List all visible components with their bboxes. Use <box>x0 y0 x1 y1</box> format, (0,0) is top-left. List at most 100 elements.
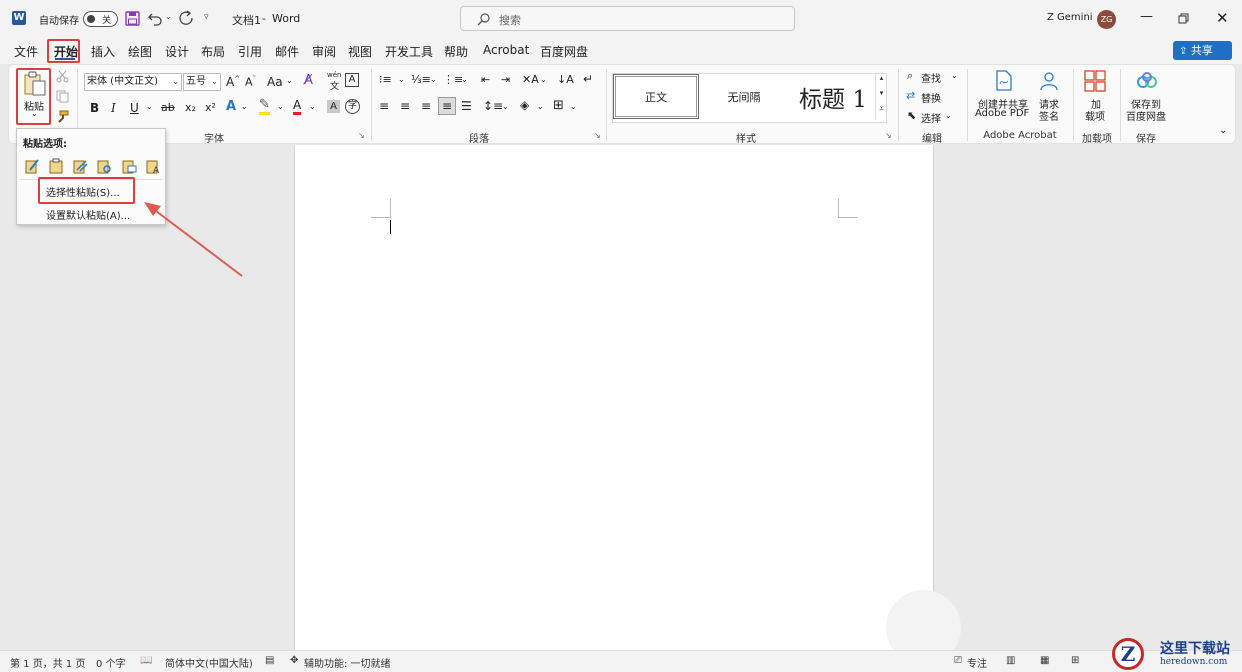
asian-layout-chevron-icon[interactable]: ⌄ <box>540 75 547 84</box>
style-normal[interactable]: 正文 <box>613 74 699 119</box>
tab-references[interactable]: 引用 <box>238 43 262 60</box>
bullets-chevron-icon[interactable]: ⌄ <box>398 75 405 84</box>
bullets-icon[interactable]: ⁝≡ <box>379 73 392 86</box>
numbering-chevron-icon[interactable]: ⌄ <box>430 75 437 84</box>
autosave-toggle[interactable]: 关 <box>83 11 118 27</box>
set-default-paste-item[interactable]: 设置默认粘贴(A)... <box>46 207 130 222</box>
avatar[interactable]: ZG <box>1097 10 1116 29</box>
format-painter-icon[interactable] <box>55 110 69 124</box>
share-button[interactable]: ⇪ 共享 <box>1173 41 1232 60</box>
tab-design[interactable]: 设计 <box>165 43 189 60</box>
underline-button[interactable]: U <box>130 101 139 115</box>
char-shading-icon[interactable]: A <box>327 100 340 113</box>
undo-dropdown-icon[interactable]: ⌄ <box>165 12 172 21</box>
tab-layout[interactable]: 布局 <box>201 43 225 60</box>
request-sign-icon[interactable] <box>1039 70 1061 92</box>
minimize-icon[interactable]: — <box>1140 9 1153 24</box>
tab-review[interactable]: 审阅 <box>312 43 336 60</box>
phonetic-guide-button[interactable]: wén <box>327 71 341 79</box>
subscript-button[interactable]: x₂ <box>185 101 196 114</box>
proofing-icon[interactable]: 📖 <box>140 655 152 666</box>
document-page[interactable] <box>294 145 934 650</box>
text-effects-chevron-icon[interactable]: ⌄ <box>241 102 248 111</box>
request-sign-label-2[interactable]: 签名 <box>1039 108 1059 123</box>
align-center-icon[interactable]: ≡ <box>400 99 410 113</box>
numbering-icon[interactable]: ⅓≡ <box>411 73 431 86</box>
create-pdf-label-2[interactable]: Adobe PDF <box>975 108 1029 119</box>
shrink-font-icon[interactable]: Aˇ <box>245 75 256 89</box>
bold-button[interactable]: B <box>90 101 99 115</box>
show-marks-icon[interactable]: ↵ <box>583 72 593 86</box>
justify-icon[interactable]: ≡ <box>438 97 456 115</box>
select-chevron-icon[interactable]: ⌄ <box>945 111 952 120</box>
accessibility-status[interactable]: 辅助功能: 一切就绪 <box>304 655 391 670</box>
font-dialog-launcher-icon[interactable]: ↘ <box>358 131 365 140</box>
line-spacing-icon[interactable]: ↕≡ <box>483 99 503 113</box>
sort-icon[interactable]: ↓A <box>557 73 574 86</box>
tab-acrobat[interactable]: Acrobat <box>483 43 529 57</box>
redo-icon[interactable] <box>178 10 194 26</box>
decrease-indent-icon[interactable]: ⇤ <box>481 73 490 86</box>
use-dest-styles-icon[interactable] <box>72 158 88 174</box>
print-layout-icon[interactable]: ▦ <box>1040 655 1049 666</box>
font-size-combo[interactable]: 五号 ⌄ <box>183 73 221 91</box>
highlight-chevron-icon[interactable]: ⌄ <box>277 102 284 111</box>
merge-format-icon[interactable] <box>48 158 64 174</box>
shading-chevron-icon[interactable]: ⌄ <box>537 102 544 111</box>
select-icon[interactable]: ⬉ <box>907 109 916 122</box>
create-pdf-icon[interactable] <box>994 70 1014 92</box>
highlight-icon[interactable]: ✎ <box>259 98 270 115</box>
enclose-char-icon[interactable]: 字 <box>345 99 360 114</box>
borders-chevron-icon[interactable]: ⌄ <box>570 102 577 111</box>
gallery-scroll-down-icon[interactable]: ▾ <box>875 89 887 103</box>
page-count[interactable]: 第 1 页，共 1 页 <box>10 655 85 670</box>
user-name[interactable]: Z Gemini <box>1047 12 1093 23</box>
close-icon[interactable]: ✕ <box>1216 9 1229 27</box>
line-spacing-chevron-icon[interactable]: ⌄ <box>502 102 509 111</box>
superscript-button[interactable]: x² <box>205 101 216 114</box>
cut-icon[interactable] <box>56 70 69 83</box>
read-mode-icon[interactable]: ▥ <box>1006 655 1015 666</box>
styles-dialog-launcher-icon[interactable]: ↘ <box>885 131 892 140</box>
change-case-chevron-icon[interactable]: ⌄ <box>286 76 293 85</box>
distributed-icon[interactable]: ☰ <box>461 99 472 113</box>
tab-baidu[interactable]: 百度网盘 <box>540 43 588 60</box>
font-color-icon[interactable]: A <box>293 98 302 115</box>
gallery-more-icon[interactable]: ⩡ <box>875 104 887 120</box>
accessibility-icon[interactable]: ✥ <box>290 655 298 666</box>
paragraph-dialog-launcher-icon[interactable]: ↘ <box>594 131 601 140</box>
baidu-label-2[interactable]: 百度网盘 <box>1126 108 1166 123</box>
replace-label[interactable]: 替换 <box>921 90 941 105</box>
keep-text-only-icon[interactable]: A <box>145 158 161 174</box>
tab-view[interactable]: 视图 <box>348 43 372 60</box>
search-box[interactable]: 搜索 <box>460 6 795 31</box>
grow-font-icon[interactable]: A^ <box>226 75 240 89</box>
replace-icon[interactable]: ⇄ <box>906 89 915 102</box>
find-chevron-icon[interactable]: ⌄ <box>951 71 958 80</box>
word-count[interactable]: 0 个字 <box>96 655 126 670</box>
multilevel-chevron-icon[interactable]: ⌄ <box>461 75 468 84</box>
increase-indent-icon[interactable]: ⇥ <box>501 73 510 86</box>
underline-chevron-icon[interactable]: ⌄ <box>146 102 153 111</box>
tab-help[interactable]: 帮助 <box>444 43 468 60</box>
asian-layout-icon[interactable]: ✕A <box>522 73 539 86</box>
undo-icon[interactable] <box>148 11 163 26</box>
paste-picture-icon[interactable] <box>121 158 137 174</box>
font-name-combo[interactable]: 宋体 (中文正文) ⌄ <box>84 73 182 91</box>
tab-draw[interactable]: 绘图 <box>128 43 152 60</box>
borders-icon[interactable]: ⊞ <box>553 98 564 113</box>
align-left-icon[interactable]: ≡ <box>379 99 389 113</box>
link-paste-icon[interactable] <box>96 158 112 174</box>
addins-icon[interactable] <box>1084 70 1106 92</box>
find-label[interactable]: 查找 <box>921 70 941 85</box>
restore-icon[interactable] <box>1178 13 1189 24</box>
align-right-icon[interactable]: ≡ <box>421 99 431 113</box>
save-icon[interactable] <box>125 11 140 26</box>
addins-label-2[interactable]: 载项 <box>1085 108 1105 123</box>
clear-format-icon[interactable]: A̸ <box>304 73 313 88</box>
language-status[interactable]: 简体中文(中国大陆) <box>165 655 253 670</box>
style-no-spacing[interactable]: 无间隔 <box>701 74 787 119</box>
find-icon[interactable]: ⌕ <box>907 69 913 83</box>
copy-icon[interactable] <box>56 90 69 103</box>
shading-icon[interactable]: ◈ <box>520 98 529 112</box>
